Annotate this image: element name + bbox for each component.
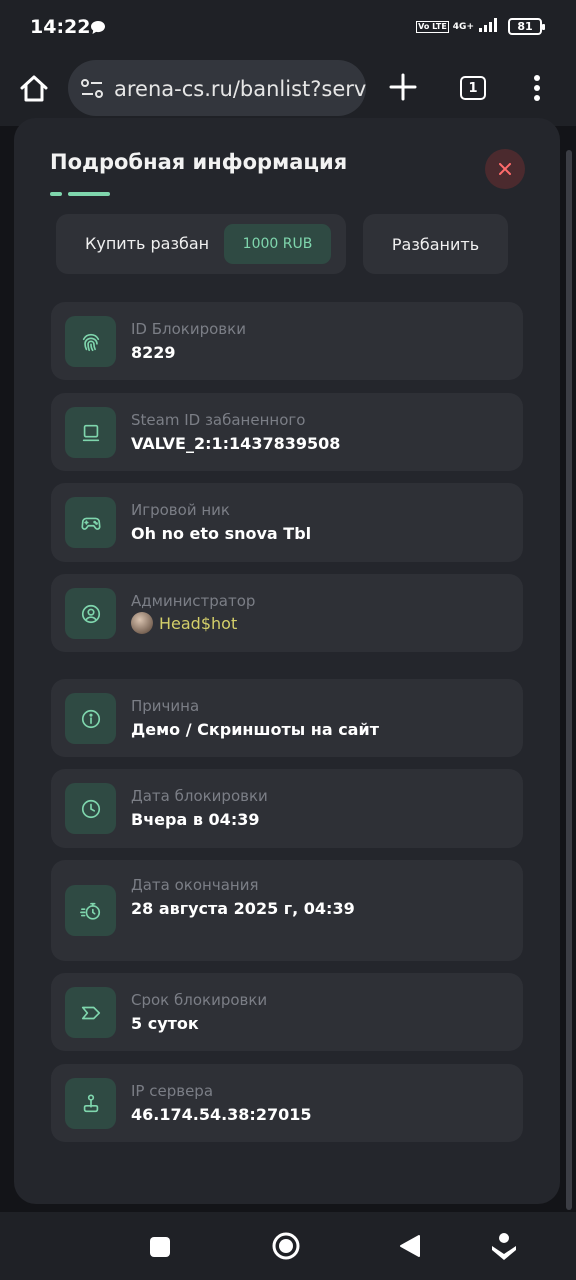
card-value: Oh no eto snova Tbl bbox=[131, 524, 312, 543]
info-card-duration: Срок блокировки 5 суток bbox=[51, 973, 523, 1051]
price-badge: 1000 RUB bbox=[224, 224, 331, 264]
page-scrollbar[interactable] bbox=[566, 150, 572, 1210]
info-card-admin: Администратор Head$hot bbox=[51, 574, 523, 652]
home-nav-icon[interactable] bbox=[271, 1231, 301, 1265]
tab-switcher-button[interactable]: 1 bbox=[460, 76, 486, 100]
card-value: 28 августа 2025 г, 04:39 bbox=[131, 899, 355, 918]
info-card-server-ip: IP сервера 46.174.54.38:27015 bbox=[51, 1064, 523, 1142]
close-icon bbox=[499, 160, 511, 179]
network-type: 4G+ bbox=[452, 21, 474, 32]
home-icon[interactable] bbox=[18, 73, 50, 109]
info-card-nickname: Игровой ник Oh no eto snova Tbl bbox=[51, 483, 523, 562]
card-value: Вчера в 04:39 bbox=[131, 810, 260, 829]
card-label: Игровой ник bbox=[131, 501, 230, 519]
admin-link[interactable]: Head$hot bbox=[131, 612, 237, 634]
more-menu-icon[interactable] bbox=[533, 74, 541, 106]
info-card-ban-id: ID Блокировки 8229 bbox=[51, 302, 523, 380]
monitor-icon bbox=[65, 407, 116, 458]
card-value: 46.174.54.38:27015 bbox=[131, 1105, 312, 1124]
info-card-end-date: Дата окончания 28 августа 2025 г, 04:39 bbox=[51, 860, 523, 961]
card-label: ID Блокировки bbox=[131, 320, 246, 338]
system-nav-bar bbox=[0, 1212, 576, 1280]
browser-toolbar: arena-cs.ru/banlist?server= 1 bbox=[0, 56, 576, 126]
tag-arrow-icon bbox=[65, 987, 116, 1038]
info-card-reason: Причина Демо / Скриншоты на сайт bbox=[51, 679, 523, 757]
card-label: Дата окончания bbox=[131, 876, 259, 894]
address-bar[interactable]: arena-cs.ru/banlist?server= bbox=[68, 60, 366, 116]
buy-unban-button[interactable]: Купить разбан 1000 RUB bbox=[56, 214, 346, 274]
fingerprint-icon bbox=[65, 316, 116, 367]
card-label: Администратор bbox=[131, 592, 256, 610]
clock-icon bbox=[65, 783, 116, 834]
info-icon bbox=[65, 693, 116, 744]
card-label: IP сервера bbox=[131, 1082, 214, 1100]
ban-details-modal: Подробная информация Купить разбан 1000 … bbox=[14, 118, 560, 1204]
close-button[interactable] bbox=[485, 149, 525, 189]
status-bar: 14:22 Vo LTE 4G+ 81 bbox=[0, 0, 576, 56]
back-icon[interactable] bbox=[399, 1234, 421, 1262]
avatar bbox=[131, 612, 153, 634]
recents-icon[interactable] bbox=[149, 1236, 171, 1262]
new-tab-icon[interactable] bbox=[388, 72, 418, 106]
status-time: 14:22 bbox=[30, 16, 91, 38]
card-value: 8229 bbox=[131, 343, 176, 362]
buy-unban-label: Купить разбан bbox=[85, 234, 210, 253]
url-text: arena-cs.ru/banlist?server= bbox=[114, 77, 366, 101]
card-value: VALVE_2:1:1437839508 bbox=[131, 434, 341, 453]
card-label: Срок блокировки bbox=[131, 991, 268, 1009]
joystick-icon bbox=[65, 1078, 116, 1129]
battery-indicator: 81 bbox=[508, 18, 545, 35]
volte-indicator: Vo LTE bbox=[416, 20, 449, 33]
user-circle-icon bbox=[65, 588, 116, 639]
modal-title: Подробная информация bbox=[50, 150, 348, 174]
unban-button[interactable]: Разбанить bbox=[363, 214, 508, 274]
card-value: Демо / Скриншоты на сайт bbox=[131, 720, 379, 739]
card-value: 5 суток bbox=[131, 1014, 199, 1033]
card-label: Дата блокировки bbox=[131, 787, 268, 805]
timer-icon bbox=[65, 885, 116, 936]
info-card-ban-date: Дата блокировки Вчера в 04:39 bbox=[51, 769, 523, 848]
card-label: Причина bbox=[131, 697, 200, 715]
assistant-icon[interactable] bbox=[490, 1232, 518, 1266]
title-accent-decoration bbox=[50, 183, 126, 202]
signal-icon bbox=[478, 17, 498, 36]
gamepad-icon bbox=[65, 497, 116, 548]
site-settings-icon[interactable] bbox=[80, 78, 104, 104]
chat-notification-icon bbox=[90, 20, 106, 39]
card-label: Steam ID забаненного bbox=[131, 411, 306, 429]
admin-name: Head$hot bbox=[159, 613, 238, 633]
info-card-steam-id: Steam ID забаненного VALVE_2:1:143783950… bbox=[51, 393, 523, 471]
